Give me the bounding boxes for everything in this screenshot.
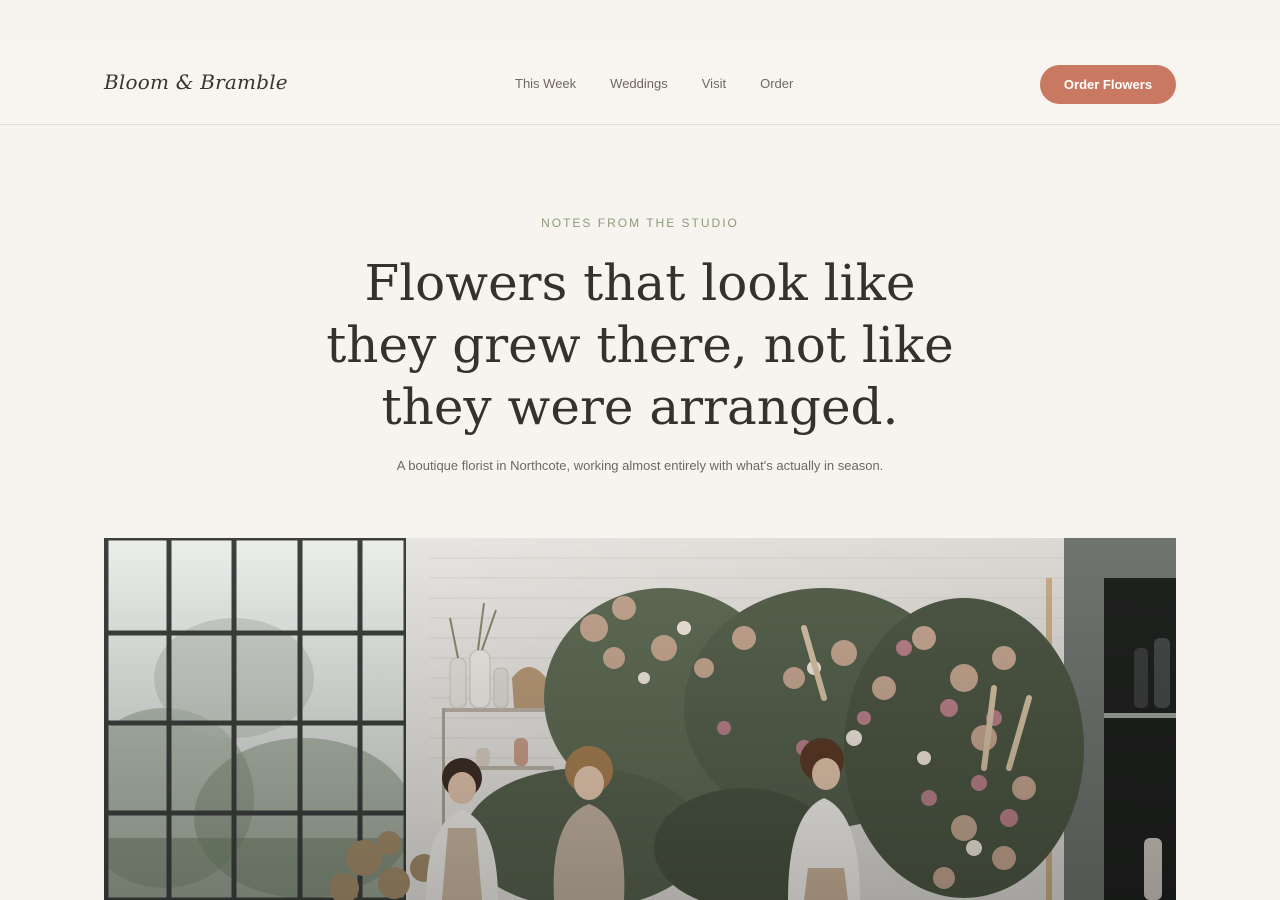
nav-item-this-week[interactable]: This Week <box>515 76 576 91</box>
brand-logo[interactable]: Bloom & Bramble <box>104 70 288 94</box>
nav-item-visit[interactable]: Visit <box>702 76 726 91</box>
hero-headline: Flowers that look like they grew there, … <box>326 254 954 436</box>
main-nav: This Week Weddings Visit Order <box>515 76 793 91</box>
top-strip <box>0 0 1280 44</box>
nav-item-weddings[interactable]: Weddings <box>610 76 668 91</box>
hero-photo-illustration <box>104 538 1176 900</box>
order-flowers-button[interactable]: Order Flowers <box>1040 65 1176 104</box>
hero-subline: A boutique florist in Northcote, working… <box>396 458 884 473</box>
hero-eyebrow: NOTES FROM THE STUDIO <box>541 216 739 230</box>
site-header: Bloom & Bramble This Week Weddings Visit… <box>0 44 1280 125</box>
nav-item-order[interactable]: Order <box>760 76 793 91</box>
hero-image <box>104 538 1176 900</box>
